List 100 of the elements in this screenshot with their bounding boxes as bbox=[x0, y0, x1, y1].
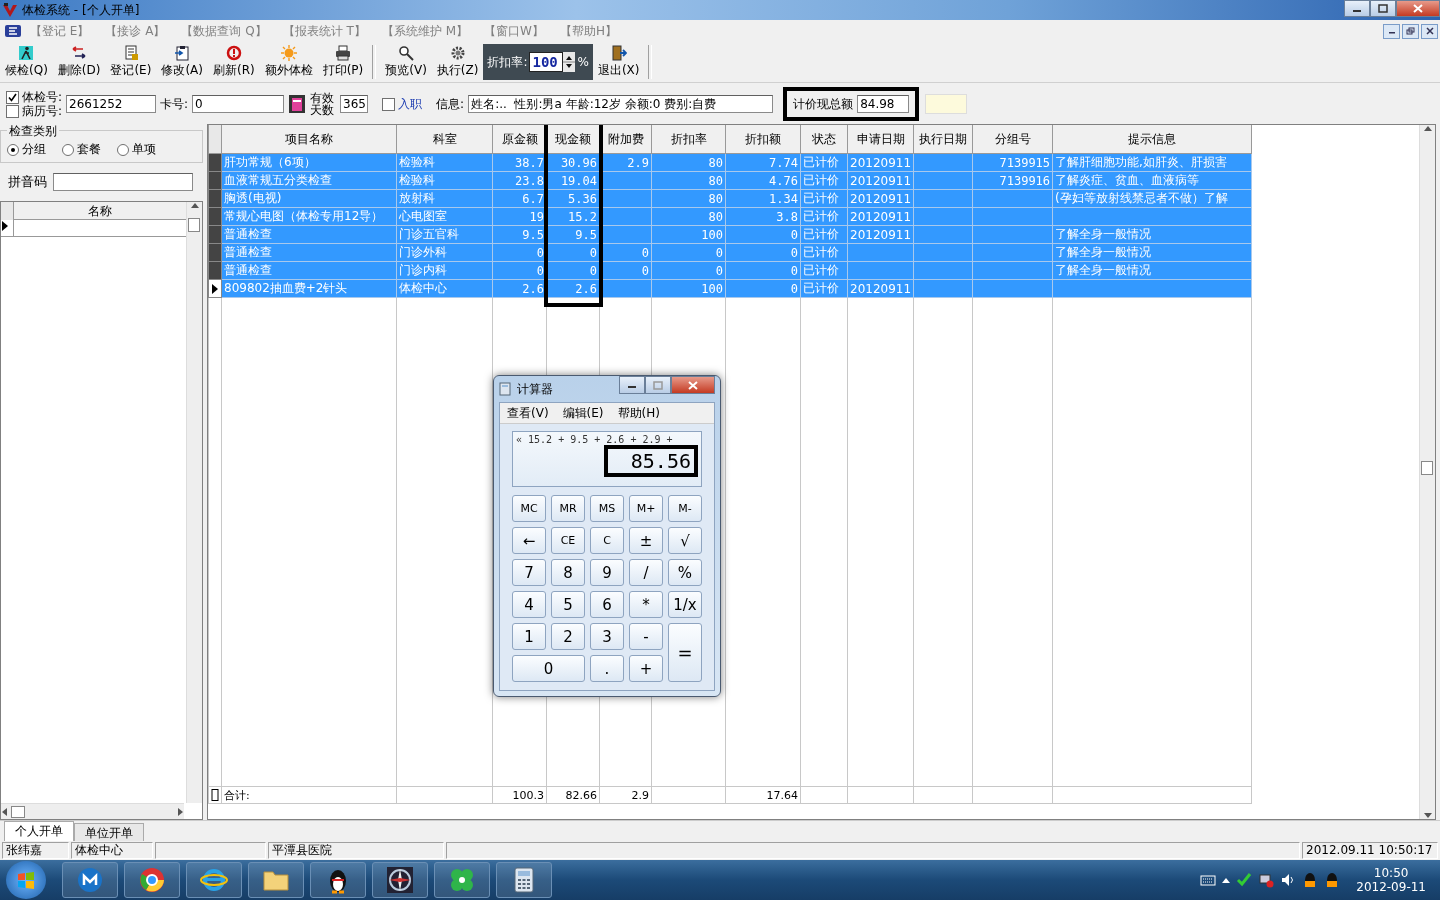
taskbar-button[interactable] bbox=[124, 862, 180, 898]
valid-days-field[interactable]: 365 bbox=[340, 95, 369, 113]
scrollbar[interactable] bbox=[186, 202, 202, 803]
calculator-key[interactable]: 2 bbox=[551, 623, 585, 650]
calculator-key[interactable]: M+ bbox=[629, 495, 663, 522]
minimize-button[interactable] bbox=[1383, 23, 1400, 39]
restore-button[interactable] bbox=[1402, 23, 1419, 39]
calculator-key[interactable]: 5 bbox=[551, 591, 585, 618]
radio-button[interactable]: 套餐 bbox=[62, 141, 101, 158]
column-header[interactable]: 折扣额 bbox=[725, 125, 801, 154]
maximize-button[interactable] bbox=[645, 376, 671, 394]
id-number-field[interactable]: 2661252 bbox=[66, 95, 157, 113]
start-button[interactable] bbox=[6, 861, 46, 899]
checkbox[interactable]: 入职 bbox=[382, 97, 423, 111]
tab[interactable]: 个人开单 bbox=[4, 821, 74, 841]
card-number-field[interactable]: 0 bbox=[192, 95, 285, 113]
calculator-key[interactable]: 4 bbox=[512, 591, 546, 618]
close-button[interactable] bbox=[671, 376, 715, 394]
scroll-thumb[interactable] bbox=[188, 218, 200, 232]
taskbar-button[interactable] bbox=[310, 862, 366, 898]
toolbar-button[interactable]: 额外体检 bbox=[259, 42, 318, 82]
column-header[interactable]: 提示信息 bbox=[1052, 125, 1252, 154]
app-menu-icon[interactable] bbox=[4, 24, 22, 38]
calculator-key[interactable]: MC bbox=[512, 495, 546, 522]
calculator-key[interactable]: 1/x bbox=[668, 591, 702, 618]
calculator-key[interactable]: 9 bbox=[590, 559, 624, 586]
calculator-key[interactable]: CE bbox=[551, 527, 585, 554]
maximize-button[interactable] bbox=[1370, 0, 1396, 17]
toolbar-button[interactable]: 刷新(R) bbox=[207, 42, 260, 82]
taskbar-button[interactable] bbox=[496, 862, 552, 898]
column-header[interactable]: 申请日期 bbox=[847, 125, 914, 154]
info-label: 信息: bbox=[436, 95, 465, 113]
checkbox[interactable]: 体检号: bbox=[6, 90, 63, 104]
calculator-key[interactable]: . bbox=[590, 655, 624, 682]
scrollbar[interactable] bbox=[1419, 125, 1435, 819]
checkbox[interactable]: 病历号: bbox=[6, 104, 63, 118]
calculator-key[interactable]: MS bbox=[590, 495, 624, 522]
calculator-key[interactable]: C bbox=[590, 527, 624, 554]
keyboard-icon[interactable] bbox=[1200, 874, 1217, 886]
calculator-key[interactable]: 0 bbox=[512, 655, 585, 682]
pinyin-field[interactable] bbox=[53, 173, 193, 191]
radio-button[interactable]: 分组 bbox=[7, 141, 46, 158]
network-icon[interactable] bbox=[1258, 872, 1275, 888]
column-header[interactable]: 科室 bbox=[396, 125, 493, 154]
spinner-arrows-icon[interactable] bbox=[563, 52, 576, 72]
calculator-key[interactable]: MR bbox=[551, 495, 585, 522]
calculator-key[interactable]: = bbox=[668, 623, 702, 682]
toolbar-button[interactable]: 删除(D) bbox=[52, 42, 106, 82]
toolbar-button[interactable]: 执行(Z) bbox=[431, 42, 484, 82]
scrollbar[interactable] bbox=[1, 803, 184, 819]
toolbar-button[interactable]: 候检(Q) bbox=[0, 42, 53, 82]
menu-item[interactable]: 帮助(H) bbox=[610, 403, 667, 423]
toolbar-button[interactable]: 打印(P) bbox=[317, 42, 369, 82]
calculator-key[interactable]: 3 bbox=[590, 623, 624, 650]
toolbar-button[interactable]: 登记(E) bbox=[105, 42, 157, 82]
column-header[interactable]: 现金额 bbox=[546, 125, 600, 154]
scroll-thumb[interactable] bbox=[1421, 461, 1433, 475]
toolbar-button[interactable]: 退出(X) bbox=[592, 42, 645, 82]
toolbar-button[interactable]: 预览(V) bbox=[380, 42, 432, 82]
calculator-key[interactable]: 8 bbox=[551, 559, 585, 586]
empty-field[interactable] bbox=[925, 94, 968, 114]
info-field[interactable]: 姓名:.. 性别:男a 年龄:12岁 余额:0 费别:自费 bbox=[468, 95, 774, 113]
list-row[interactable] bbox=[1, 220, 186, 237]
card-reader-icon[interactable] bbox=[288, 94, 307, 114]
calculator-key[interactable]: * bbox=[629, 591, 663, 618]
calculator-key[interactable]: ← bbox=[512, 527, 546, 554]
radio-button[interactable]: 单项 bbox=[117, 141, 156, 158]
calculator-key[interactable]: 7 bbox=[512, 559, 546, 586]
calculator-key[interactable]: 6 bbox=[590, 591, 624, 618]
calculator-key[interactable]: 1 bbox=[512, 623, 546, 650]
column-header[interactable]: 项目名称 bbox=[221, 125, 397, 154]
calculator-key[interactable]: / bbox=[629, 559, 663, 586]
taskbar-button[interactable] bbox=[372, 862, 428, 898]
menu-item[interactable]: 查看(V) bbox=[500, 403, 556, 423]
calculator-key[interactable]: M- bbox=[668, 495, 702, 522]
calculator-key[interactable]: - bbox=[629, 623, 663, 650]
check-shield-icon[interactable] bbox=[1236, 872, 1253, 888]
calculator-key[interactable]: ± bbox=[629, 527, 663, 554]
close-button[interactable] bbox=[1421, 23, 1438, 39]
column-header[interactable]: 状态 bbox=[800, 125, 848, 154]
total-cell: 17.64 bbox=[725, 786, 801, 804]
column-header[interactable]: 折扣率 bbox=[651, 125, 726, 154]
column-header[interactable]: 原金额 bbox=[492, 125, 547, 154]
calculator-key[interactable]: % bbox=[668, 559, 702, 586]
column-header[interactable]: 执行日期 bbox=[913, 125, 973, 154]
calculator-key[interactable]: √ bbox=[668, 527, 702, 554]
calculator-key[interactable]: + bbox=[629, 655, 663, 682]
minimize-button[interactable] bbox=[619, 376, 645, 394]
tab[interactable]: 单位开单 bbox=[74, 823, 144, 841]
close-button[interactable] bbox=[1396, 0, 1440, 17]
minimize-button[interactable] bbox=[1344, 0, 1370, 17]
scroll-thumb[interactable] bbox=[11, 805, 25, 818]
total-field[interactable]: 84.98 bbox=[857, 95, 910, 113]
clock[interactable]: 10:50 2012-09-11 bbox=[1356, 866, 1426, 894]
menu-item[interactable]: 编辑(E) bbox=[555, 403, 611, 423]
toolbar-button[interactable]: 修改(A) bbox=[156, 42, 208, 82]
column-header[interactable]: 分组号 bbox=[972, 125, 1053, 154]
taskbar-button[interactable] bbox=[62, 862, 118, 898]
discount-field[interactable]: 100 bbox=[529, 52, 564, 72]
expand-tray-icon[interactable] bbox=[1222, 877, 1231, 883]
